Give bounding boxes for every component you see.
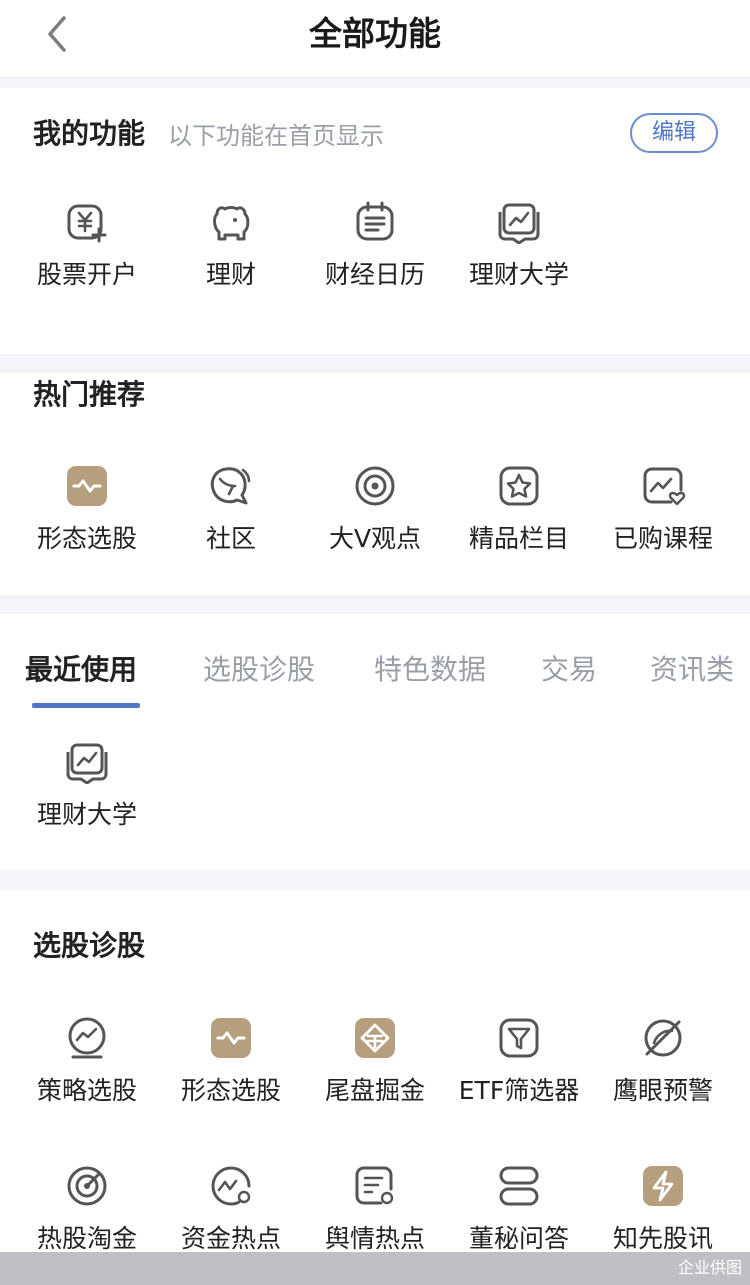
watermark: 企业供图 <box>677 1258 742 1277</box>
recent-item-label: 理财大学 <box>36 800 137 829</box>
calendar-icon <box>353 200 397 244</box>
pattern-wave-icon <box>209 1016 253 1060</box>
hot-recommend-section: 热门推荐 形态选股 社区 大V观点 精品栏目 已购课程 <box>0 373 750 595</box>
stock-item-label: 资金热点 <box>180 1224 281 1253</box>
pattern-wave-icon <box>65 464 109 508</box>
tab-news[interactable]: 资讯类 <box>650 650 734 690</box>
stock-item-label: 策略选股 <box>36 1076 137 1105</box>
function-item-label: 理财大学 <box>468 260 569 289</box>
hot-item-pattern-pick[interactable]: 形态选股 <box>15 464 159 594</box>
hot-item-label: 社区 <box>205 524 256 553</box>
tab-feature-data[interactable]: 特色数据 <box>374 650 486 690</box>
yuan-plus-icon <box>65 200 109 244</box>
page-title: 全部功能 <box>309 14 441 53</box>
community-chat-icon <box>209 464 253 508</box>
active-tab-indicator <box>32 703 140 708</box>
stock-item-strategy-pick[interactable]: 策略选股 <box>15 1016 159 1146</box>
sentiment-note-icon <box>353 1164 397 1208</box>
radar-icon <box>65 1164 109 1208</box>
strategy-gauge-icon <box>65 1016 109 1060</box>
filter-icon <box>497 1016 541 1060</box>
function-item-label: 财经日历 <box>324 260 425 289</box>
piggy-bank-icon <box>209 200 253 244</box>
eagle-eye-alert-icon <box>641 1016 685 1060</box>
stock-item-eagle-eye[interactable]: 鹰眼预警 <box>591 1016 735 1146</box>
category-tabs: 最近使用 选股诊股 特色数据 交易 资讯类 <box>0 650 750 710</box>
function-item-label: 股票开户 <box>36 260 137 289</box>
hot-recommend-title: 热门推荐 <box>33 378 146 411</box>
my-functions-section: 我的功能 以下功能在首页显示 编辑 股票开户 理财 财经日历 理财大学 <box>0 88 750 354</box>
top-navigation-bar: 全部功能 <box>0 0 750 78</box>
hot-item-bigv-views[interactable]: 大V观点 <box>303 464 447 594</box>
my-functions-subtitle: 以下功能在首页显示 <box>168 122 384 150</box>
function-item-finance-university[interactable]: 理财大学 <box>447 200 591 330</box>
function-item-stock-account[interactable]: 股票开户 <box>15 200 159 330</box>
gold-dig-icon <box>353 1016 397 1060</box>
stock-item-pattern-pick[interactable]: 形态选股 <box>159 1016 303 1146</box>
function-item-finance[interactable]: 理财 <box>159 200 303 330</box>
hot-item-label: 精品栏目 <box>468 524 569 553</box>
stock-item-label: 尾盘掘金 <box>324 1076 425 1105</box>
stock-item-label: 形态选股 <box>180 1076 281 1105</box>
hot-item-community[interactable]: 社区 <box>159 464 303 594</box>
stock-pick-section: 选股诊股 策略选股 形态选股 尾盘掘金 ETF筛选器 鹰眼预警 热股淘金 资金热… <box>0 890 750 1285</box>
function-item-label: 理财 <box>205 260 256 289</box>
hot-item-label: 已购课程 <box>612 524 713 553</box>
stock-item-label: 舆情热点 <box>324 1224 425 1253</box>
qa-stack-icon <box>497 1164 541 1208</box>
bottom-overlay-bar <box>0 1252 750 1285</box>
chart-book-icon <box>65 740 109 784</box>
stock-item-label: 热股淘金 <box>36 1224 137 1253</box>
stock-item-etf-filter[interactable]: ETF筛选器 <box>447 1016 591 1146</box>
purchased-course-icon <box>641 464 685 508</box>
my-functions-title: 我的功能 <box>33 117 146 150</box>
function-item-calendar[interactable]: 财经日历 <box>303 200 447 330</box>
hot-item-purchased-courses[interactable]: 已购课程 <box>591 464 735 594</box>
fund-hotspot-icon <box>209 1164 253 1208</box>
star-badge-icon <box>497 464 541 508</box>
stock-item-label: 董秘问答 <box>468 1224 569 1253</box>
stock-item-label: ETF筛选器 <box>458 1076 580 1105</box>
target-eye-icon <box>353 464 397 508</box>
tab-trade[interactable]: 交易 <box>541 650 597 690</box>
chart-book-icon <box>497 200 541 244</box>
stock-pick-title: 选股诊股 <box>33 929 146 962</box>
hot-item-label: 形态选股 <box>36 524 137 553</box>
hot-item-label: 大V观点 <box>328 524 422 553</box>
recent-item-finance-university[interactable]: 理财大学 <box>15 740 159 870</box>
hot-item-premium-columns[interactable]: 精品栏目 <box>447 464 591 594</box>
stock-item-label: 知先股讯 <box>612 1224 713 1253</box>
lightning-icon <box>641 1164 685 1208</box>
edit-button[interactable]: 编辑 <box>630 113 718 153</box>
stock-item-late-gold[interactable]: 尾盘掘金 <box>303 1016 447 1146</box>
tab-stock-pick[interactable]: 选股诊股 <box>203 650 315 690</box>
tab-recent[interactable]: 最近使用 <box>25 650 137 690</box>
stock-item-label: 鹰眼预警 <box>612 1076 713 1105</box>
recent-section: 最近使用 选股诊股 特色数据 交易 资讯类 理财大学 <box>0 614 750 870</box>
